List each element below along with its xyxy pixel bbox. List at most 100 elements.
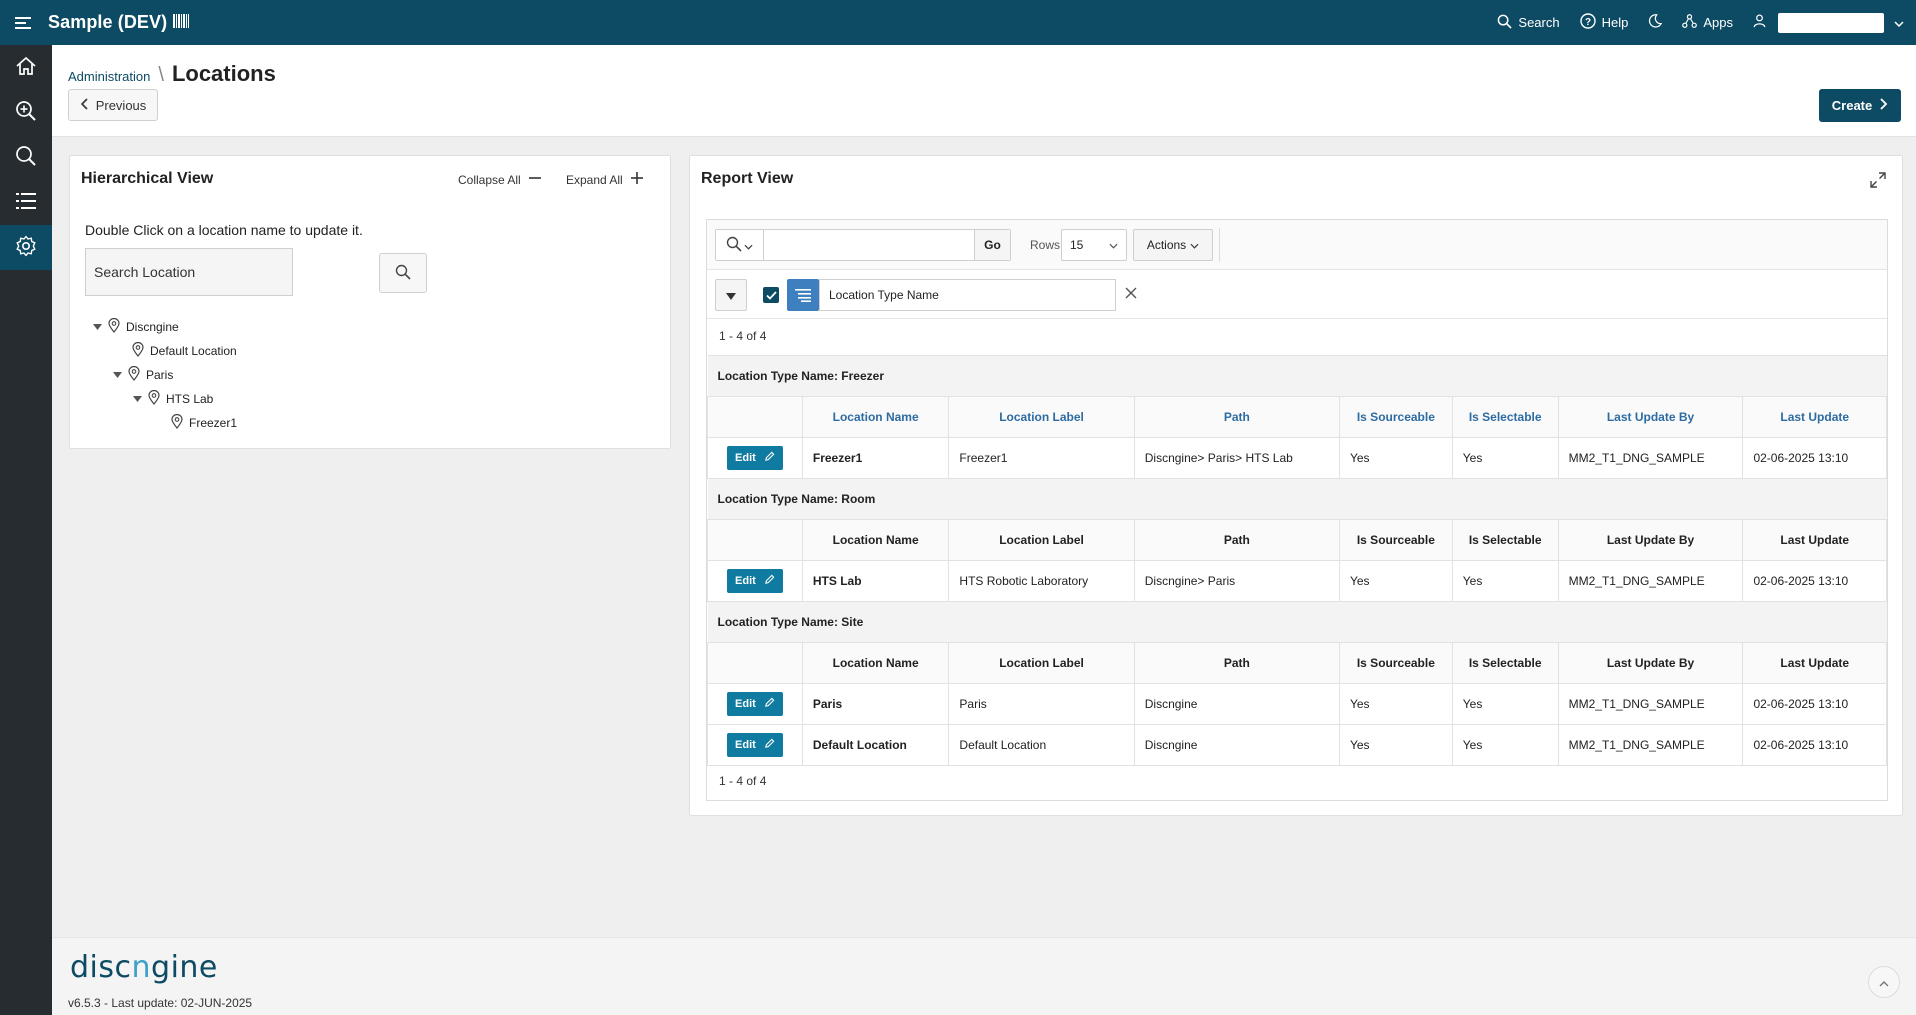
edit-button-label: Edit [735, 575, 756, 587]
nav-home[interactable] [0, 45, 52, 90]
dark-mode-toggle[interactable] [1648, 14, 1663, 31]
group-title: Location Type Name: Room [707, 478, 1887, 520]
column-header-row: Location Name Location Label Path Is Sou… [707, 519, 1887, 561]
column-header-is-sourceable: Is Sourceable [1338, 642, 1453, 684]
minus-icon [528, 172, 541, 187]
pagination-bottom: 1 - 4 of 4 [719, 774, 767, 788]
create-button-label: Create [1831, 98, 1873, 113]
tree-node[interactable]: HTS Lab [132, 389, 213, 408]
column-header-location-name[interactable]: Location Name [801, 396, 950, 438]
tree-node[interactable]: Freezer1 [171, 413, 237, 432]
control-break-field[interactable]: Location Type Name [819, 279, 1116, 311]
expand-icon[interactable] [1870, 172, 1886, 191]
edit-column-header [707, 519, 803, 561]
group-header: Location Type Name: Room [707, 478, 1887, 520]
expand-all-button[interactable]: Expand All [566, 172, 643, 187]
tree-node-label[interactable]: HTS Lab [166, 392, 213, 406]
back-to-top-button[interactable] [1868, 966, 1900, 998]
hierarchical-view-panel: Hierarchical View Collapse All Expand Al… [69, 155, 671, 449]
edit-cell: Edit [707, 683, 803, 725]
column-header-is-sourceable: Is Sourceable [1338, 519, 1453, 561]
column-header-is-sourceable[interactable]: Is Sourceable [1338, 396, 1453, 438]
expand-all-label: Expand All [566, 172, 623, 187]
column-header-location-label: Location Label [948, 519, 1135, 561]
hierarchical-hint: Double Click on a location name to updat… [85, 222, 363, 238]
user-name-field [1778, 12, 1884, 33]
moon-icon [1648, 14, 1663, 31]
logo-part: n [131, 950, 152, 985]
hamburger-menu-icon[interactable] [0, 0, 46, 45]
column-header-is-selectable: Is Selectable [1451, 642, 1559, 684]
search-location-input[interactable] [85, 248, 293, 296]
search-column-selector[interactable] [716, 230, 764, 260]
report-view-title: Report View [701, 170, 794, 187]
nav-administration[interactable] [0, 225, 52, 270]
column-header-location-label[interactable]: Location Label [948, 396, 1135, 438]
column-header-path: Path [1133, 519, 1340, 561]
caret-down-icon[interactable] [132, 396, 142, 402]
previous-button[interactable]: Previous [68, 89, 158, 121]
actions-menu-button[interactable]: Actions [1133, 229, 1213, 261]
edit-button[interactable]: Edit [727, 733, 783, 757]
column-header-last-update: Last Update [1742, 642, 1887, 684]
edit-button[interactable]: Edit [727, 569, 783, 593]
caret-down-icon[interactable] [92, 324, 102, 330]
chevron-left-icon [80, 97, 88, 113]
edit-button[interactable]: Edit [727, 692, 783, 716]
table-row: Edit Freezer1 Freezer1 Discngine> Paris>… [707, 437, 1887, 479]
apps-nav-button[interactable]: Apps [1682, 13, 1733, 32]
tree-node[interactable]: Default Location [132, 341, 237, 360]
edit-cell: Edit [707, 724, 803, 766]
nav-explore[interactable] [0, 90, 52, 135]
collapse-all-button[interactable]: Collapse All [458, 172, 541, 187]
cell-last-update: 02-06-2025 13:10 [1742, 683, 1887, 725]
tree-node-label[interactable]: Discngine [126, 320, 179, 334]
logo-part: disc [70, 950, 132, 985]
pencil-icon [764, 738, 775, 752]
app-title[interactable]: Sample (DEV) [48, 12, 167, 33]
tree-node-label[interactable]: Freezer1 [189, 416, 237, 430]
tree-node[interactable]: Paris [112, 365, 173, 384]
caret-down-icon[interactable] [112, 372, 122, 378]
edit-button[interactable]: Edit [727, 446, 783, 470]
apps-nav-label: Apps [1703, 15, 1733, 30]
column-header-last-update-by: Last Update By [1557, 519, 1744, 561]
home-icon [15, 56, 37, 79]
tree-node-label[interactable]: Default Location [150, 344, 237, 358]
column-header-path[interactable]: Path [1133, 396, 1340, 438]
column-header-is-selectable[interactable]: Is Selectable [1451, 396, 1559, 438]
search-icon [726, 236, 742, 255]
help-nav-button[interactable]: ? Help [1579, 13, 1628, 32]
collapse-settings-button[interactable] [715, 279, 747, 311]
user-menu[interactable] [1753, 12, 1904, 33]
breadcrumb-administration-link[interactable]: Administration [68, 69, 150, 84]
cell-path: Discngine [1133, 683, 1340, 725]
report-search-group: Go [715, 229, 1011, 261]
close-icon[interactable] [1125, 287, 1137, 302]
create-button[interactable]: Create [1819, 89, 1901, 122]
cell-last-update: 02-06-2025 13:10 [1742, 560, 1887, 602]
cell-location-label: Paris [948, 683, 1135, 725]
footer: discngine v6.5.3 - Last update: 02-JUN-2… [52, 937, 1916, 1015]
rows-per-page-select[interactable]: 15 [1061, 229, 1127, 261]
tree-node-label[interactable]: Paris [146, 368, 173, 382]
search-nav-button[interactable]: Search [1497, 14, 1560, 32]
nav-search[interactable] [0, 135, 52, 180]
nav-list[interactable] [0, 180, 52, 225]
chevron-down-icon [744, 238, 753, 253]
table-row: Edit Default Location Default Location D… [707, 724, 1887, 766]
column-header-last-update[interactable]: Last Update [1742, 396, 1887, 438]
report-search-input[interactable] [764, 230, 974, 260]
search-nav-label: Search [1518, 15, 1560, 30]
page-header: Administration \ Locations Previous Crea… [52, 45, 1916, 137]
search-location-button[interactable] [379, 253, 427, 293]
pagination-top: 1 - 4 of 4 [719, 329, 767, 343]
cell-is-sourceable: Yes [1338, 560, 1453, 602]
control-break-checkbox[interactable] [763, 287, 779, 303]
cell-last-update-by: MM2_T1_DNG_SAMPLE [1557, 437, 1744, 479]
go-button[interactable]: Go [974, 230, 1010, 260]
collapse-all-label: Collapse All [458, 172, 521, 187]
column-header-last-update-by[interactable]: Last Update By [1557, 396, 1744, 438]
tree-node[interactable]: Discngine [92, 317, 179, 336]
cell-path: Discngine> Paris [1133, 560, 1340, 602]
